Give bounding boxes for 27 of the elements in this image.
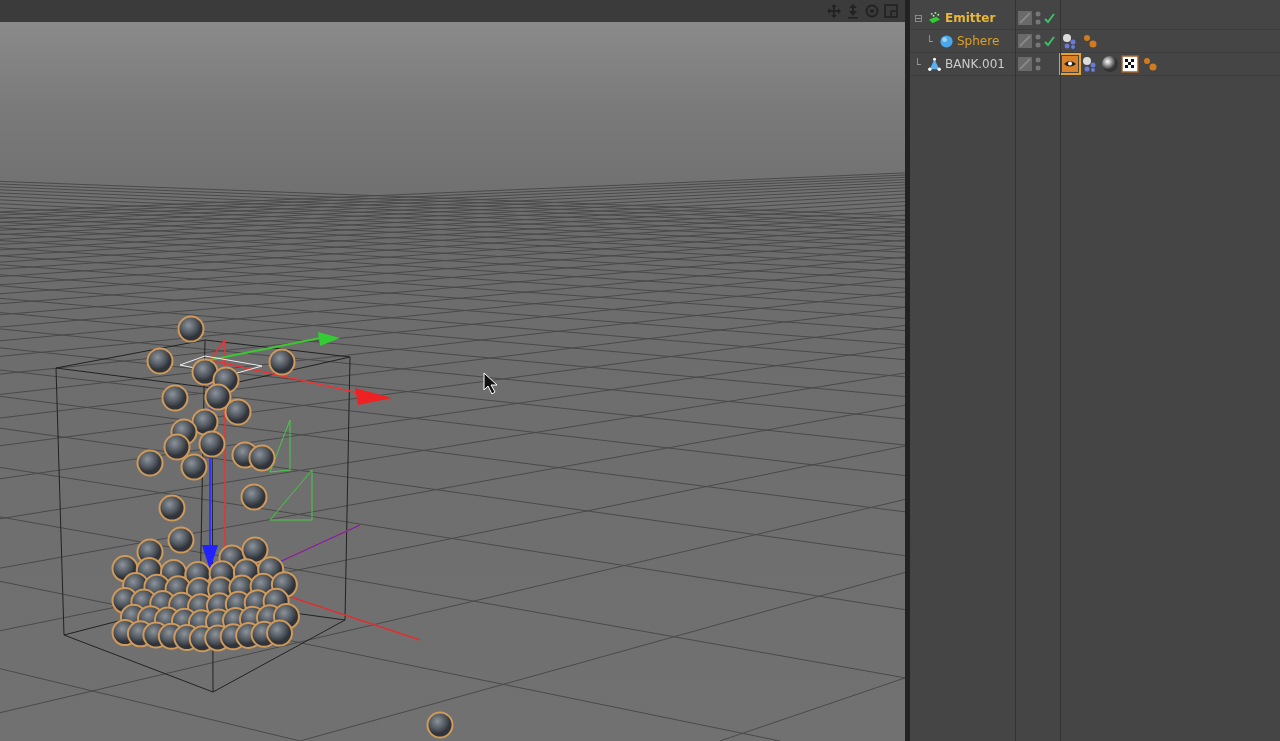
visibility-dots-icon[interactable] (1035, 10, 1041, 26)
tree-connector: └ (926, 34, 934, 48)
object-name[interactable]: Sphere (957, 34, 1000, 48)
object-name[interactable]: Emitter (945, 11, 996, 25)
move-icon[interactable] (826, 3, 842, 19)
check-icon[interactable] (1044, 12, 1055, 24)
check-icon[interactable] (1044, 35, 1055, 47)
cone-icon (927, 56, 942, 72)
checker-tag-icon[interactable] (1121, 55, 1139, 73)
layer-icon[interactable] (1018, 11, 1032, 25)
cursor-icon (483, 372, 498, 395)
layout-icon[interactable] (883, 3, 899, 19)
object-name[interactable]: BANK.001 (945, 57, 1005, 71)
tree-connector[interactable]: ⊟ (914, 11, 924, 25)
sphere-icon (939, 33, 954, 49)
layer-icon[interactable] (1018, 57, 1032, 71)
eye-tag-icon[interactable] (1061, 55, 1079, 73)
visibility-dots-icon[interactable] (1035, 56, 1041, 72)
dots-tag-icon[interactable] (1141, 55, 1159, 73)
dots-tag-icon[interactable] (1081, 32, 1099, 50)
rotate-icon[interactable] (864, 3, 880, 19)
tree-connector: └ (914, 57, 922, 71)
layer-icon[interactable] (1018, 34, 1032, 48)
arrow-down-icon[interactable] (845, 3, 861, 19)
material-tag-icon[interactable] (1101, 55, 1119, 73)
visibility-dots-icon[interactable] (1035, 33, 1041, 49)
emitter-icon (927, 10, 942, 26)
